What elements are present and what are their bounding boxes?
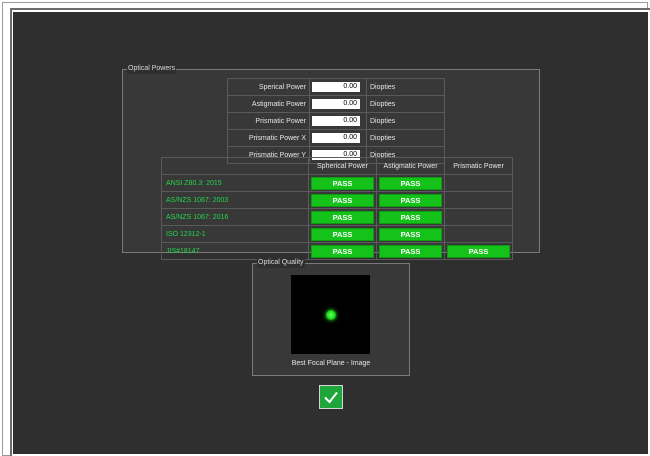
power-label: Sperical Power — [227, 78, 310, 96]
pass-badge: PASS — [379, 176, 442, 190]
optical-powers-title: Optical Powers — [127, 64, 177, 74]
empty-result-cell — [444, 208, 513, 226]
pass-badge: PASS — [379, 244, 442, 258]
power-row: Prismatic Power X 0.00 Diopties — [227, 129, 445, 147]
power-label: Prismatic Power — [227, 112, 310, 130]
pass-badge: PASS — [379, 210, 442, 224]
header-empty — [161, 157, 309, 175]
optical-quality-title: Optical Quality — [257, 258, 305, 268]
empty-result-cell — [444, 191, 513, 209]
header-astigmatic-power: Astigmatic Power — [376, 157, 445, 175]
pass-badge: PASS — [311, 244, 374, 258]
power-unit: Diopties — [366, 78, 445, 96]
standard-name: ANSI Z80.3: 2015 — [161, 174, 309, 192]
power-value-field[interactable]: 0.00 — [312, 133, 360, 143]
table-row: AS/NZS 1067: 2016 PASS PASS — [161, 208, 513, 226]
pass-badge: PASS — [311, 176, 374, 190]
pass-badge: PASS — [311, 210, 374, 224]
power-value-field[interactable]: 0.00 — [312, 99, 360, 109]
main-panel: Optical Powers Sperical Power 0.00 Diopt… — [13, 12, 648, 454]
focal-plane-caption: Best Focal Plane - Image — [291, 360, 371, 367]
table-row: JIS#18147 PASS PASS PASS — [161, 242, 513, 260]
pass-badge: PASS — [311, 193, 374, 207]
standard-name: JIS#18147 — [161, 242, 309, 260]
pass-badge: PASS — [311, 227, 374, 241]
standard-name: ISO 12312-1 — [161, 225, 309, 243]
power-row: Prismatic Power 0.00 Diopties — [227, 112, 445, 130]
power-unit: Diopties — [366, 129, 445, 147]
optical-powers-group: Optical Powers Sperical Power 0.00 Diopt… — [122, 64, 540, 260]
power-value-field[interactable]: 0.00 — [312, 116, 360, 126]
power-label: Prismatic Power X — [227, 129, 310, 147]
pass-badge: PASS — [447, 244, 510, 258]
table-row: ISO 12312-1 PASS PASS — [161, 225, 513, 243]
header-prismatic-power: Prismatic Power — [444, 157, 513, 175]
power-label: Astigmatic Power — [227, 95, 310, 113]
pass-badge: PASS — [379, 193, 442, 207]
power-unit: Diopties — [366, 112, 445, 130]
focal-spot — [326, 310, 336, 320]
table-row: ANSI Z80.3: 2015 PASS PASS — [161, 174, 513, 192]
power-row: Sperical Power 0.00 Diopties — [227, 78, 445, 96]
standard-name: AS/NZS 1067: 2016 — [161, 208, 309, 226]
power-row: Astigmatic Power 0.00 Diopties — [227, 95, 445, 113]
checkmark-icon — [324, 391, 338, 404]
empty-result-cell — [444, 174, 513, 192]
standards-header-row: Spherical Power Astigmatic Power Prismat… — [161, 157, 513, 175]
confirm-button[interactable] — [319, 385, 343, 409]
standard-name: AS/NZS 1067: 2003 — [161, 191, 309, 209]
optical-quality-group: Optical Quality Best Focal Plane - Image — [252, 258, 410, 376]
focal-plane-image — [291, 275, 370, 354]
power-unit: Diopties — [366, 95, 445, 113]
header-spherical-power: Spherical Power — [308, 157, 377, 175]
power-values-table: Sperical Power 0.00 Diopties Astigmatic … — [227, 78, 445, 164]
pass-badge: PASS — [379, 227, 442, 241]
table-row: AS/NZS 1067: 2003 PASS PASS — [161, 191, 513, 209]
standards-results-table: Spherical Power Astigmatic Power Prismat… — [161, 157, 513, 260]
power-value-field[interactable]: 0.00 — [312, 82, 360, 92]
empty-result-cell — [444, 225, 513, 243]
